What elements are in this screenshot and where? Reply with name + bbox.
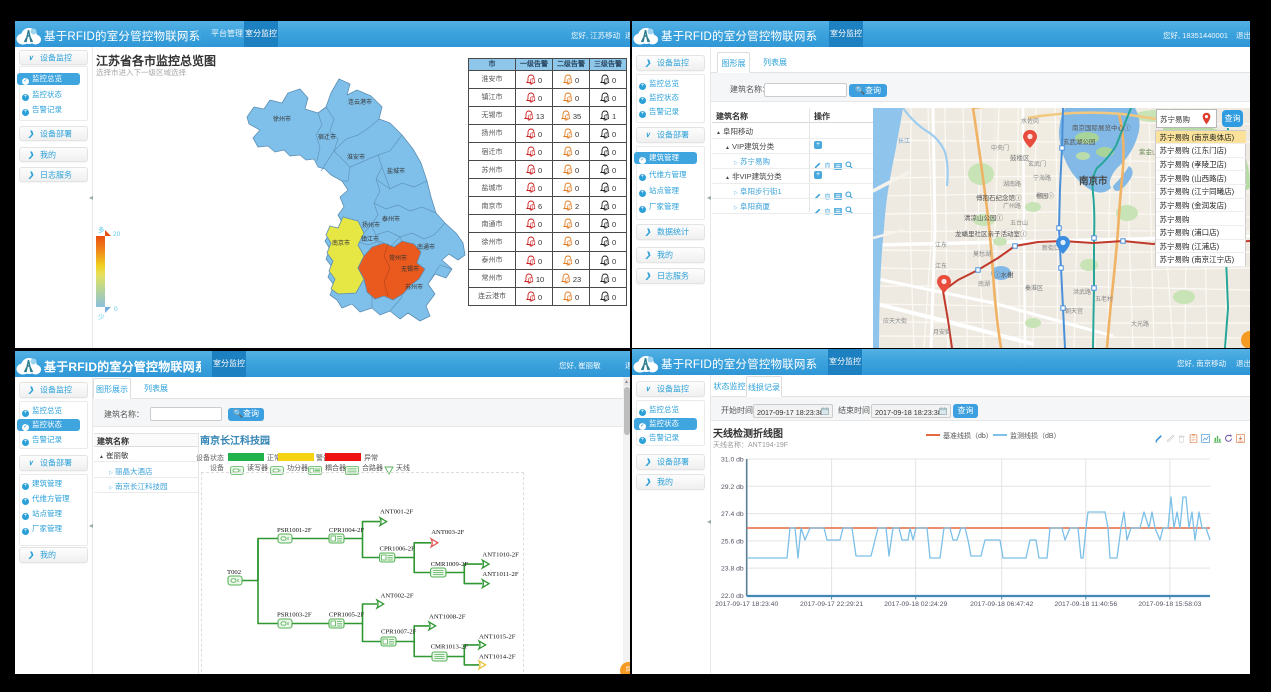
svg-text:ANT003-2F: ANT003-2F: [431, 529, 464, 536]
svg-text:22.0 db: 22.0 db: [721, 593, 744, 600]
svg-text:ANT1010-2F: ANT1010-2F: [482, 551, 519, 558]
svg-text:连云港市: 连云港市: [348, 98, 372, 106]
svg-text:2017-09-17 18:23:40: 2017-09-17 18:23:40: [715, 601, 778, 608]
svg-text:盐城市: 盐城市: [387, 167, 405, 175]
svg-text:秦淮区: 秦淮区: [1025, 284, 1043, 292]
svg-text:2017-09-18 02:24:29: 2017-09-18 02:24:29: [884, 601, 947, 608]
svg-text:2017-09-18 06:47:42: 2017-09-18 06:47:42: [970, 601, 1033, 608]
svg-text:CPR1004-2F: CPR1004-2F: [329, 527, 365, 534]
svg-text:CMR1009-2F: CMR1009-2F: [431, 561, 469, 568]
svg-text:长江: 长江: [898, 137, 910, 145]
svg-text:江东: 江东: [935, 262, 947, 270]
svg-text:23.8 db: 23.8 db: [721, 566, 744, 573]
svg-text:玄武门: 玄武门: [1028, 160, 1046, 168]
svg-text:大光路: 大光路: [1131, 320, 1149, 328]
svg-text:鼓楼区: 鼓楼区: [1010, 153, 1030, 162]
svg-text:榴园ⓘ: 榴园ⓘ: [1036, 192, 1054, 200]
svg-text:ANT1008-2F: ANT1008-2F: [429, 614, 466, 621]
svg-text:玄武湖公园: 玄武湖公园: [1063, 137, 1096, 146]
svg-text:苏州市: 苏州市: [405, 283, 423, 291]
svg-text:常州市: 常州市: [389, 254, 407, 262]
svg-text:31.0 db: 31.0 db: [721, 457, 744, 464]
svg-text:ANT1011-2F: ANT1011-2F: [482, 571, 518, 578]
svg-text:CMR1013-2F: CMR1013-2F: [431, 644, 469, 651]
svg-text:南京国际展览中心ⓘ: 南京国际展览中心ⓘ: [1072, 123, 1131, 132]
svg-text:2017-09-18 15:58:03: 2017-09-18 15:58:03: [1138, 601, 1201, 608]
svg-text:CPR1005-2F: CPR1005-2F: [329, 612, 365, 619]
svg-text:江东: 江东: [935, 241, 947, 249]
svg-text:CPR1006-2F: CPR1006-2F: [380, 546, 416, 553]
svg-text:泰州市: 泰州市: [382, 215, 400, 223]
svg-text:镇江市: 镇江市: [361, 235, 379, 243]
svg-text:PSR1001-2F: PSR1001-2F: [277, 527, 312, 534]
svg-text:宿迁市: 宿迁市: [318, 133, 336, 141]
svg-text:水佐岗: 水佐岗: [1021, 117, 1039, 125]
svg-text:应天大街: 应天大街: [883, 317, 907, 325]
svg-text:南京市: 南京市: [332, 239, 350, 247]
svg-text:南京市: 南京市: [1079, 175, 1108, 187]
svg-text:湖南路: 湖南路: [1003, 180, 1021, 188]
svg-text:ANT1014-2F: ANT1014-2F: [479, 654, 516, 661]
svg-text:徐州市: 徐州市: [273, 115, 291, 123]
svg-text:2017-09-18 11:40:56: 2017-09-18 11:40:56: [1054, 601, 1117, 608]
svg-text:27.4 db: 27.4 db: [721, 511, 744, 518]
svg-text:五台山: 五台山: [1010, 219, 1028, 227]
svg-text:朝天宫: 朝天宫: [1065, 307, 1083, 315]
svg-text:淮安市: 淮安市: [347, 153, 365, 161]
svg-text:2017-09-17 22:29:21: 2017-09-17 22:29:21: [800, 601, 863, 608]
svg-text:ⓘ水榭: ⓘ水榭: [994, 270, 1014, 279]
svg-text:莫愁湖: 莫愁湖: [973, 250, 991, 258]
svg-text:ANT002-2F: ANT002-2F: [381, 593, 414, 600]
svg-text:中央门: 中央门: [991, 144, 1009, 152]
svg-text:洪武路: 洪武路: [1073, 288, 1091, 296]
svg-text:月安街: 月安街: [933, 328, 951, 336]
svg-text:ANT001-2F: ANT001-2F: [380, 509, 413, 516]
svg-text:南湖: 南湖: [978, 280, 990, 288]
svg-text:南通市: 南通市: [417, 243, 435, 251]
svg-text:龙蟠里社区亲子活动室ⓘ: 龙蟠里社区亲子活动室ⓘ: [955, 229, 1027, 238]
svg-text:ANT1015-2F: ANT1015-2F: [479, 634, 516, 641]
svg-text:清凉山公园ⓘ: 清凉山公园ⓘ: [964, 213, 1004, 222]
svg-text:T002: T002: [227, 569, 241, 576]
svg-text:无锡市: 无锡市: [401, 265, 419, 273]
svg-text:宁海路: 宁海路: [1033, 174, 1051, 182]
svg-text:PSR1003-2F: PSR1003-2F: [277, 612, 312, 619]
svg-text:29.2 db: 29.2 db: [721, 484, 744, 491]
svg-text:傅抱石纪念馆ⓘ: 傅抱石纪念馆ⓘ: [976, 193, 1022, 202]
svg-text:25.6 db: 25.6 db: [721, 538, 744, 545]
svg-text:CPR1007-2F: CPR1007-2F: [381, 629, 417, 636]
svg-text:广州路: 广州路: [1003, 202, 1021, 210]
svg-text:五老村: 五老村: [1095, 295, 1113, 303]
svg-text:扬州市: 扬州市: [362, 221, 380, 229]
